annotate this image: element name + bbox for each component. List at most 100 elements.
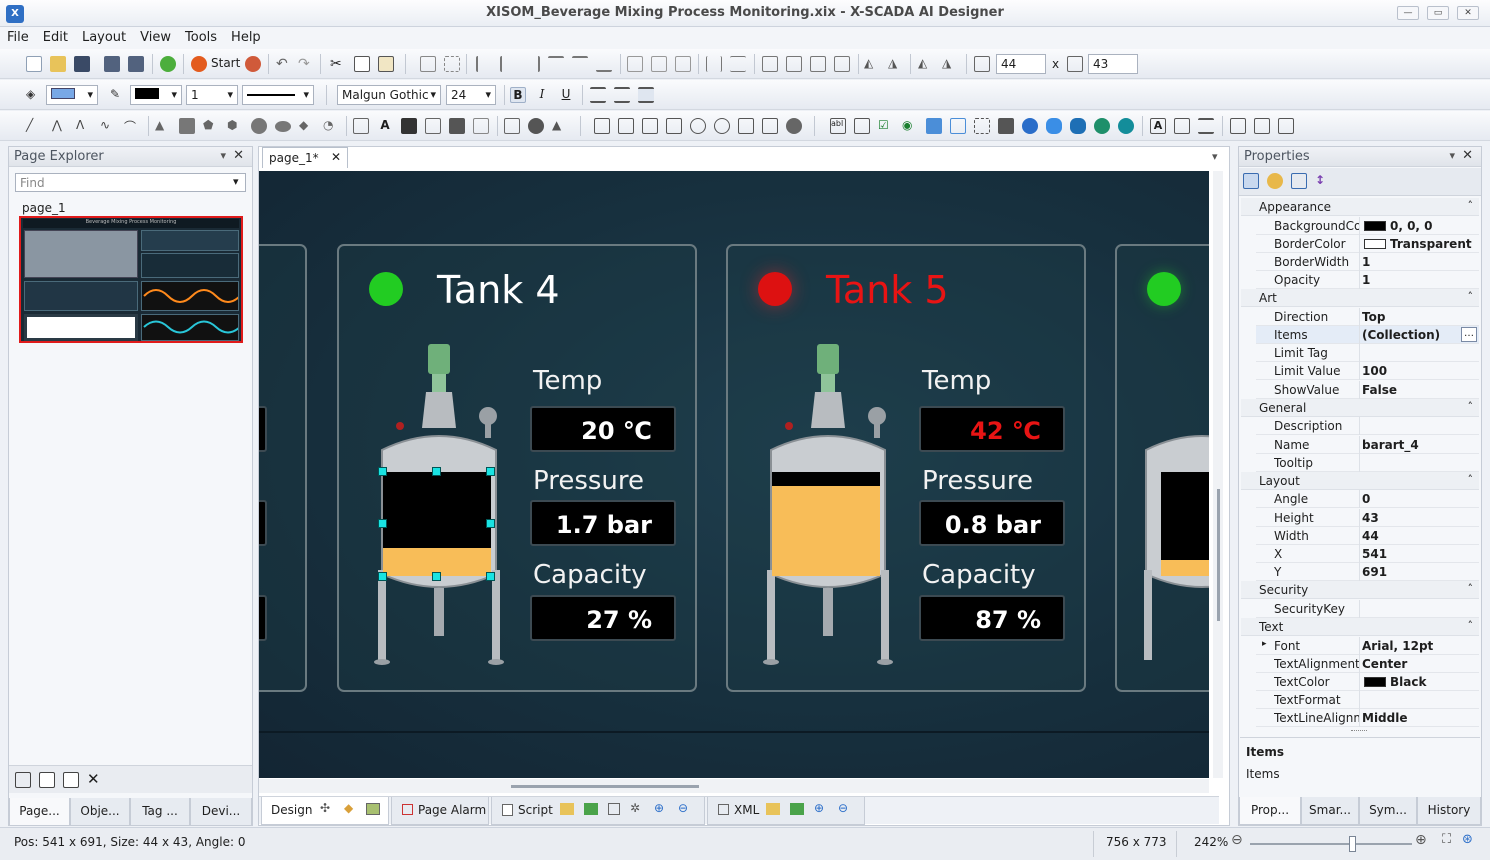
splitter-grip[interactable] <box>1351 730 1367 732</box>
grid-control-icon[interactable] <box>926 118 942 134</box>
open-folder-icon[interactable] <box>50 56 66 72</box>
tank3-card-partial[interactable]: ar <box>259 244 307 692</box>
zoom-slider[interactable] <box>1250 843 1412 845</box>
tab-xml[interactable]: XML ⊕ ⊖ <box>707 797 865 825</box>
align-bottom-icon[interactable] <box>596 56 612 72</box>
table-tool-icon[interactable] <box>401 118 417 134</box>
globe-icon[interactable] <box>1094 118 1110 134</box>
fit-page-icon[interactable]: ⛶ <box>1442 832 1451 847</box>
align-right-icon[interactable] <box>524 56 540 72</box>
property-value[interactable]: 43 <box>1362 511 1379 525</box>
property-row-limit-value[interactable]: Limit Value 100 <box>1256 362 1479 381</box>
font-size-select[interactable]: 24 <box>446 85 496 105</box>
category-security[interactable]: Security <box>1241 581 1479 600</box>
copy-icon[interactable] <box>354 56 370 72</box>
table-grid-icon[interactable] <box>1198 118 1214 134</box>
start-button[interactable]: Start <box>211 56 240 70</box>
pin-icon[interactable]: ▾ <box>1449 149 1455 162</box>
property-row-width[interactable]: Width 44 <box>1256 526 1479 545</box>
property-row-textalignment[interactable]: TextAlignment Center <box>1256 654 1479 673</box>
tab-script[interactable]: Script ✲ ⊕ ⊖ <box>491 797 705 825</box>
property-row-items[interactable]: Items (Collection)… <box>1256 326 1479 344</box>
property-value[interactable]: (Collection) <box>1362 328 1440 342</box>
property-row-font[interactable]: Font Arial, 12pt ▸ <box>1256 636 1479 655</box>
pen-icon[interactable]: ✎ <box>110 87 126 103</box>
same-width-icon[interactable] <box>627 56 643 72</box>
chart-tool-icon[interactable] <box>449 118 465 134</box>
circle-tool-icon[interactable] <box>251 118 267 134</box>
category-general[interactable]: General <box>1241 398 1479 417</box>
distribute-horizontal-icon[interactable] <box>706 56 722 72</box>
activex-control-icon[interactable] <box>1022 118 1038 134</box>
arc-tool-icon[interactable]: ⌒ <box>124 118 140 134</box>
property-row-textcolor[interactable]: TextColor Black <box>1256 673 1479 691</box>
xml-open-icon[interactable] <box>766 803 780 815</box>
trend3-icon[interactable] <box>1278 118 1294 134</box>
radio-control-icon[interactable]: ◉ <box>902 118 918 134</box>
sound-tool-icon[interactable] <box>425 118 441 134</box>
tab-smart[interactable]: Smar... <box>1301 797 1359 825</box>
curve-tool-icon[interactable]: ∿ <box>100 118 116 134</box>
xml-zoom-out-icon[interactable]: ⊖ <box>838 801 848 815</box>
check-icon[interactable] <box>160 56 176 72</box>
tank6-card-partial[interactable] <box>1115 244 1209 692</box>
font-family-select[interactable]: Malgun Gothic <box>337 85 441 105</box>
link-tool-icon[interactable] <box>473 118 489 134</box>
same-size-icon[interactable] <box>675 56 691 72</box>
menu-tools[interactable]: Tools <box>178 27 224 45</box>
ungroup-icon[interactable] <box>444 56 460 72</box>
fill-bucket-icon[interactable]: ◈ <box>26 87 42 103</box>
redo-icon[interactable]: ↷ <box>298 56 314 72</box>
property-row-x[interactable]: X 541 <box>1256 545 1479 563</box>
menu-file[interactable]: File <box>0 27 36 45</box>
checkbox-control-icon[interactable]: ☑ <box>878 118 894 134</box>
bring-forward-icon[interactable] <box>810 56 826 72</box>
tab-page-alarm[interactable]: Page Alarm <box>391 797 489 825</box>
category-art[interactable]: Art <box>1241 289 1479 308</box>
property-value[interactable]: barart_4 <box>1362 438 1419 452</box>
property-row-description[interactable]: Description <box>1256 417 1479 436</box>
close-icon[interactable]: ✕ <box>1462 148 1473 163</box>
align-center-icon[interactable] <box>500 56 516 72</box>
width-input[interactable]: 44 <box>996 54 1046 74</box>
tag-icon[interactable]: ◆ <box>344 801 353 815</box>
tab-symbol[interactable]: Sym... <box>1359 797 1417 825</box>
distribute-vertical-icon[interactable] <box>730 56 746 72</box>
symbol5-tool-icon[interactable] <box>690 118 706 134</box>
align-left-icon[interactable] <box>476 56 492 72</box>
property-row-showvalue[interactable]: ShowValue False <box>1256 380 1479 399</box>
align-middle-icon[interactable] <box>572 56 588 72</box>
italic-button[interactable]: I <box>534 87 550 103</box>
property-row-limit-tag[interactable]: Limit Tag <box>1256 344 1479 363</box>
triangle-tool-icon[interactable]: ▲ <box>155 118 171 134</box>
undo-icon[interactable]: ↶ <box>276 56 292 72</box>
category-appearance[interactable]: Appearance <box>1241 198 1479 216</box>
collection-editor-button[interactable]: … <box>1461 327 1477 342</box>
hexagon-tool-icon[interactable]: ⬢ <box>227 118 243 134</box>
line-tool-icon[interactable]: ╱ <box>26 118 42 134</box>
property-value[interactable]: Arial, 12pt <box>1362 639 1433 653</box>
group-icon[interactable] <box>420 56 436 72</box>
property-row-angle[interactable]: Angle 0 <box>1256 490 1479 509</box>
pie-chart-tool-icon[interactable] <box>528 118 544 134</box>
property-value[interactable]: 100 <box>1362 364 1387 378</box>
height-input[interactable]: 43 <box>1088 54 1138 74</box>
list-control-icon[interactable] <box>950 118 966 134</box>
category-text[interactable]: Text <box>1241 618 1479 637</box>
flip-vertical-icon[interactable]: ◮ <box>888 56 904 72</box>
tab-page[interactable]: Page... <box>9 798 70 826</box>
delete-page-icon[interactable]: ✕ <box>87 770 103 788</box>
web-browser-icon[interactable] <box>1118 118 1134 134</box>
symbol9-tool-icon[interactable] <box>786 118 802 134</box>
property-value[interactable]: 0 <box>1362 492 1370 506</box>
save-icon[interactable] <box>74 56 90 72</box>
fill-color-picker[interactable] <box>46 85 98 105</box>
close-icon[interactable]: ✕ <box>233 148 244 163</box>
property-row-tooltip[interactable]: Tooltip <box>1256 453 1479 472</box>
bring-front-icon[interactable] <box>762 56 778 72</box>
start-icon[interactable] <box>191 56 207 72</box>
pentagon-tool-icon[interactable]: ⬟ <box>203 118 219 134</box>
maximize-button[interactable]: ▭ <box>1427 6 1449 20</box>
tab-design[interactable]: Design ✣ ◆ <box>261 797 389 825</box>
text-align-left-icon[interactable] <box>590 87 606 103</box>
